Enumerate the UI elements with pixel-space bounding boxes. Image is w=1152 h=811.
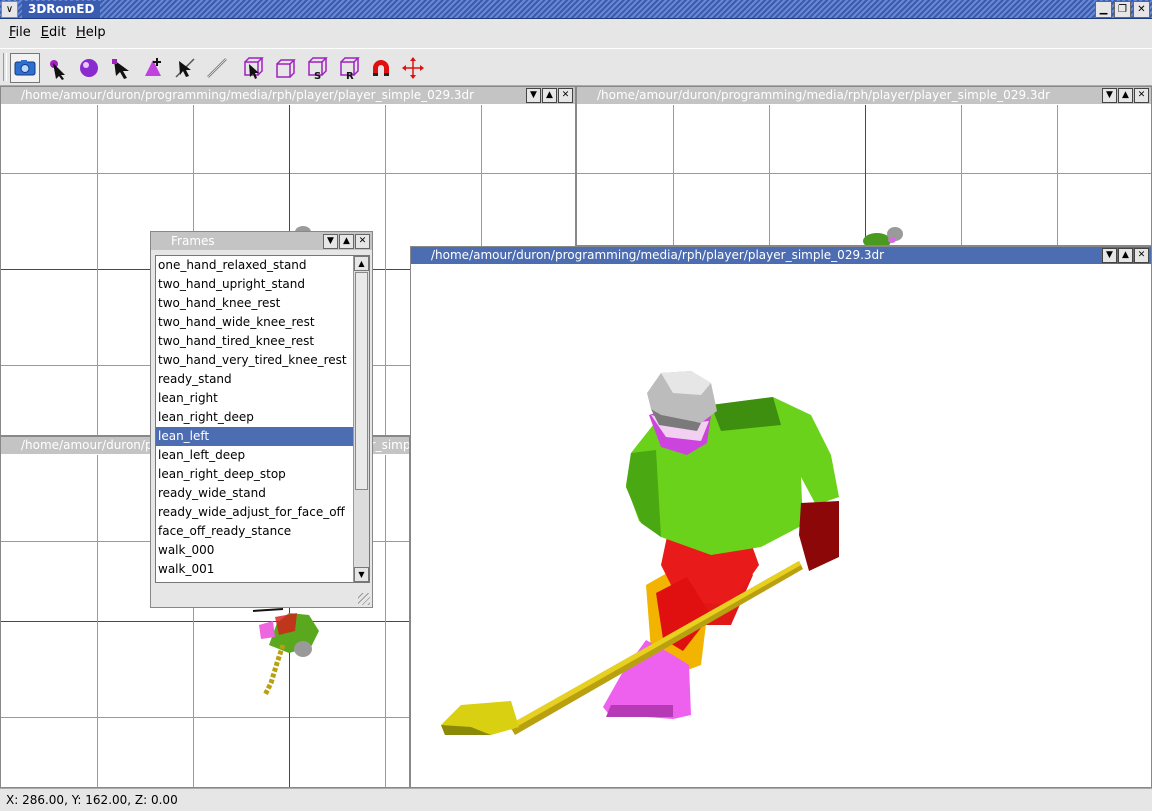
list-item[interactable]: ready_wide_adjust_for_face_off <box>156 503 354 522</box>
frames-list[interactable]: one_hand_relaxed_stand two_hand_upright_… <box>155 255 370 583</box>
model-side-view-icon <box>252 608 319 697</box>
viewport-header[interactable]: /home/amour/duron/programming/media/rph/… <box>411 247 1151 264</box>
list-item[interactable]: lean_right_deep_stop <box>156 465 354 484</box>
list-item[interactable]: one_hand_relaxed_stand <box>156 256 354 275</box>
menu-help[interactable]: Help <box>71 20 111 46</box>
scale-box-icon[interactable]: S <box>302 53 332 83</box>
list-item[interactable]: two_hand_upright_stand <box>156 275 354 294</box>
viewport-header[interactable]: /home/amour/duron/programming/media/rph/… <box>577 87 1151 104</box>
viewport-header[interactable]: /home/amour/duron/programming/media/rph/… <box>1 87 575 104</box>
close-button[interactable]: ✕ <box>1133 1 1150 18</box>
toolbar: S R <box>0 48 1152 86</box>
menu-file[interactable]: File <box>4 20 36 46</box>
line-icon[interactable] <box>202 53 232 83</box>
move-cross-icon[interactable] <box>398 53 428 83</box>
camera-icon[interactable] <box>10 53 40 83</box>
cursor-coordinates: X: 286.00, Y: 162.00, Z: 0.00 <box>6 793 178 807</box>
menu-edit[interactable]: Edit <box>36 20 71 46</box>
magnet-icon[interactable] <box>366 53 396 83</box>
select-box-icon[interactable] <box>238 53 268 83</box>
list-item[interactable]: ready_stand <box>156 370 354 389</box>
viewport-maximize-button[interactable]: ▲ <box>1118 88 1133 103</box>
viewport-close-button[interactable]: ✕ <box>1134 88 1149 103</box>
sphere-icon[interactable] <box>74 53 104 83</box>
frames-maximize-button[interactable]: ▲ <box>339 234 354 249</box>
viewport-title: /home/amour/duron/programming/media/rph/… <box>21 88 475 102</box>
list-item[interactable]: face_off_ready_stance <box>156 522 354 541</box>
viewport-menu-button[interactable]: ▼ <box>1102 88 1117 103</box>
list-item[interactable]: lean_right_deep <box>156 408 354 427</box>
select-arrow-icon[interactable] <box>106 53 136 83</box>
viewport-menu-button[interactable]: ▼ <box>1102 248 1117 263</box>
cube-icon[interactable] <box>270 53 300 83</box>
viewport-menu-button[interactable]: ▼ <box>526 88 541 103</box>
viewport-title: /home/amour/duron/programming/media/rph/… <box>431 248 885 262</box>
hockey-player-model <box>441 371 839 735</box>
maximize-button[interactable]: ❐ <box>1114 1 1131 18</box>
viewport-canvas[interactable] <box>577 105 1151 245</box>
window-menu-button[interactable]: ∨ <box>1 1 18 18</box>
scroll-thumb[interactable] <box>355 272 368 490</box>
add-vertex-icon[interactable] <box>138 53 168 83</box>
list-item[interactable]: two_hand_tired_knee_rest <box>156 332 354 351</box>
viewport-close-button[interactable]: ✕ <box>1134 248 1149 263</box>
pick-arrow-icon[interactable] <box>170 53 200 83</box>
resize-grip[interactable] <box>358 593 370 605</box>
viewport-canvas[interactable] <box>411 265 1151 787</box>
minimize-button[interactable]: ▁ <box>1095 1 1112 18</box>
frames-close-button[interactable]: ✕ <box>355 234 370 249</box>
status-bar: X: 286.00, Y: 162.00, Z: 0.00 <box>0 788 1152 810</box>
list-item[interactable]: lean_right <box>156 389 354 408</box>
frames-scrollbar[interactable]: ▲ ▼ <box>353 256 369 582</box>
frames-dialog: Frames ▼ ▲ ✕ one_hand_relaxed_stand two_… <box>150 231 373 608</box>
list-item[interactable]: walk_001 <box>156 560 354 579</box>
rotate-box-icon[interactable]: R <box>334 53 364 83</box>
viewport-maximize-button[interactable]: ▲ <box>1118 248 1133 263</box>
frames-dialog-header[interactable]: Frames ▼ ▲ ✕ <box>151 232 372 250</box>
list-item[interactable]: lean_left_deep <box>156 446 354 465</box>
viewport-title: /home/amour/duron/programming/media/rph/… <box>597 88 1051 102</box>
scroll-down-icon[interactable]: ▼ <box>354 567 369 582</box>
menubar: File Edit Help <box>0 20 1152 46</box>
window-titlebar: ∨ 3DRomED ▁ ❐ ✕ <box>0 0 1152 19</box>
list-item[interactable]: two_hand_wide_knee_rest <box>156 313 354 332</box>
viewport-main[interactable]: /home/amour/duron/programming/media/rph/… <box>410 246 1152 788</box>
list-item-selected[interactable]: lean_left <box>156 427 354 446</box>
model-preview-icon <box>863 227 903 245</box>
viewport-maximize-button[interactable]: ▲ <box>542 88 557 103</box>
svg-text:R: R <box>346 71 354 80</box>
viewport-close-button[interactable]: ✕ <box>558 88 573 103</box>
list-item[interactable]: two_hand_knee_rest <box>156 294 354 313</box>
toolbar-handle[interactable] <box>3 53 7 81</box>
select-vertex-icon[interactable] <box>42 53 72 83</box>
viewport-top-right[interactable]: /home/amour/duron/programming/media/rph/… <box>576 86 1152 246</box>
frames-dialog-title: Frames <box>171 234 215 248</box>
window-title: 3DRomED <box>22 1 101 18</box>
frames-menu-button[interactable]: ▼ <box>323 234 338 249</box>
list-item[interactable]: two_hand_very_tired_knee_rest <box>156 351 354 370</box>
list-item[interactable]: ready_wide_stand <box>156 484 354 503</box>
svg-text:S: S <box>314 71 321 80</box>
list-item[interactable]: walk_000 <box>156 541 354 560</box>
frames-list-rows: one_hand_relaxed_stand two_hand_upright_… <box>156 256 354 579</box>
scroll-up-icon[interactable]: ▲ <box>354 256 369 271</box>
